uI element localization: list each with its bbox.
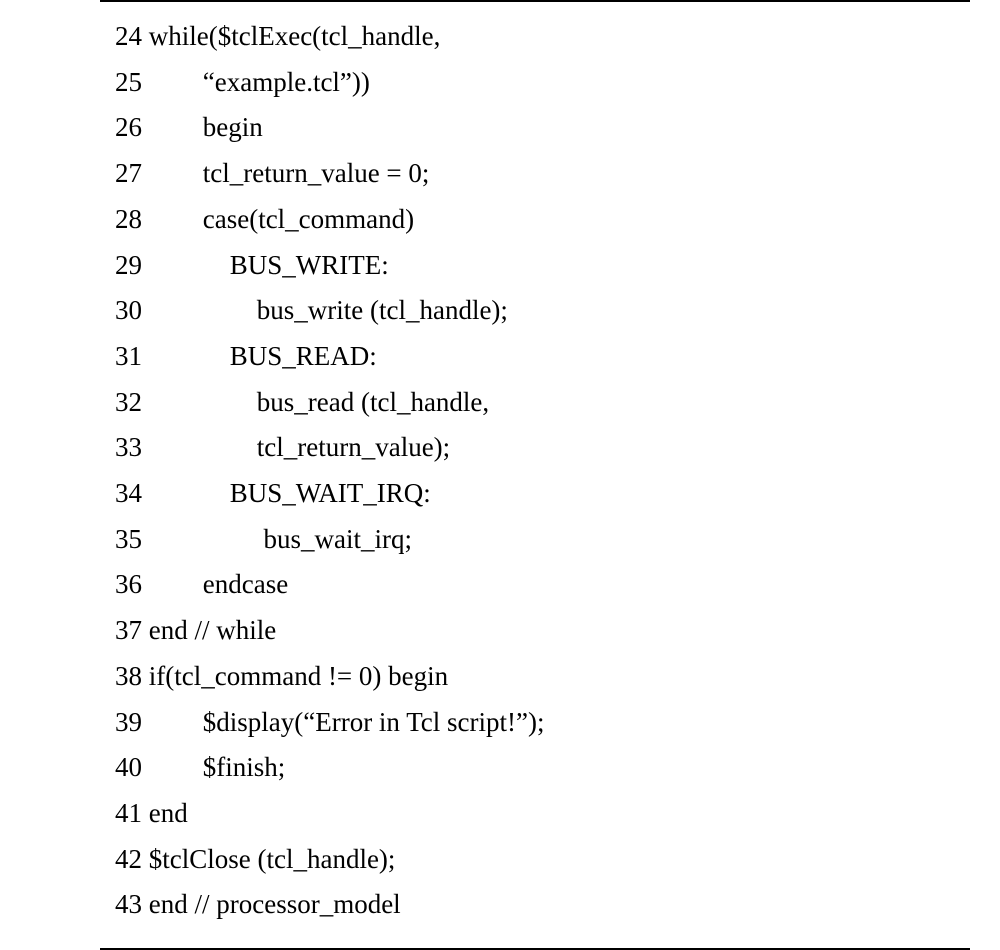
line-text: BUS_READ: [230,341,377,371]
line-indent [142,158,203,188]
line-number: 26 [100,105,142,151]
line-text: “example.tcl”)) [203,67,370,97]
code-line: 26 begin [100,105,970,151]
line-number: 41 [100,791,142,837]
line-number: 32 [100,380,142,426]
line-number: 39 [100,700,142,746]
line-text: $finish; [203,752,286,782]
line-indent [142,844,149,874]
line-text: BUS_WAIT_IRQ: [230,478,431,508]
code-line: 39 $display(“Error in Tcl script!”); [100,700,970,746]
line-text: $tclClose (tcl_handle); [149,844,396,874]
code-line: 29 BUS_WRITE: [100,243,970,289]
line-indent [142,295,257,325]
line-indent [142,889,149,919]
line-text: begin [203,112,263,142]
line-text: endcase [203,569,288,599]
code-line: 28 case(tcl_command) [100,197,970,243]
line-number: 40 [100,745,142,791]
code-lines-container: 24 while($tclExec(tcl_handle,25 “example… [100,14,970,928]
code-line: 42 $tclClose (tcl_handle); [100,837,970,883]
line-indent [142,752,203,782]
line-number: 42 [100,837,142,883]
line-number: 43 [100,882,142,928]
line-text: tcl_return_value); [257,432,450,462]
line-indent [142,67,203,97]
line-indent [142,341,230,371]
line-number: 38 [100,654,142,700]
code-line: 34 BUS_WAIT_IRQ: [100,471,970,517]
line-text: BUS_WRITE: [230,250,389,280]
line-number: 25 [100,60,142,106]
line-indent [142,21,149,51]
line-number: 34 [100,471,142,517]
line-indent [142,478,230,508]
line-number: 24 [100,14,142,60]
line-indent [142,569,203,599]
code-line: 30 bus_write (tcl_handle); [100,288,970,334]
line-text: tcl_return_value = 0; [203,158,430,188]
code-line: 41 end [100,791,970,837]
line-number: 29 [100,243,142,289]
code-line: 37 end // while [100,608,970,654]
code-line: 40 $finish; [100,745,970,791]
line-text: end // processor_model [149,889,401,919]
line-indent [142,432,257,462]
line-indent [142,798,149,828]
code-line: 35 bus_wait_irq; [100,517,970,563]
code-line: 36 endcase [100,562,970,608]
line-indent [142,112,203,142]
line-indent [142,524,264,554]
line-text: while($tclExec(tcl_handle, [149,21,441,51]
code-line: 24 while($tclExec(tcl_handle, [100,14,970,60]
line-indent [142,387,257,417]
line-indent [142,204,203,234]
code-line: 32 bus_read (tcl_handle, [100,380,970,426]
line-text: if(tcl_command != 0) begin [149,661,448,691]
line-number: 36 [100,562,142,608]
line-number: 30 [100,288,142,334]
code-line: 25 “example.tcl”)) [100,60,970,106]
line-number: 27 [100,151,142,197]
line-text: bus_wait_irq; [264,524,413,554]
code-line: 31 BUS_READ: [100,334,970,380]
line-number: 35 [100,517,142,563]
code-line: 27 tcl_return_value = 0; [100,151,970,197]
line-indent [142,661,149,691]
line-text: end [149,798,188,828]
line-text: bus_read (tcl_handle, [257,387,489,417]
line-indent [142,707,203,737]
line-number: 33 [100,425,142,471]
line-number: 37 [100,608,142,654]
line-indent [142,615,149,645]
line-text: $display(“Error in Tcl script!”); [203,707,545,737]
line-number: 28 [100,197,142,243]
code-line: 38 if(tcl_command != 0) begin [100,654,970,700]
code-line: 33 tcl_return_value); [100,425,970,471]
line-text: case(tcl_command) [203,204,414,234]
line-indent [142,250,230,280]
code-block: 24 while($tclExec(tcl_handle,25 “example… [100,0,970,950]
line-text: bus_write (tcl_handle); [257,295,508,325]
line-number: 31 [100,334,142,380]
code-line: 43 end // processor_model [100,882,970,928]
line-text: end // while [149,615,276,645]
